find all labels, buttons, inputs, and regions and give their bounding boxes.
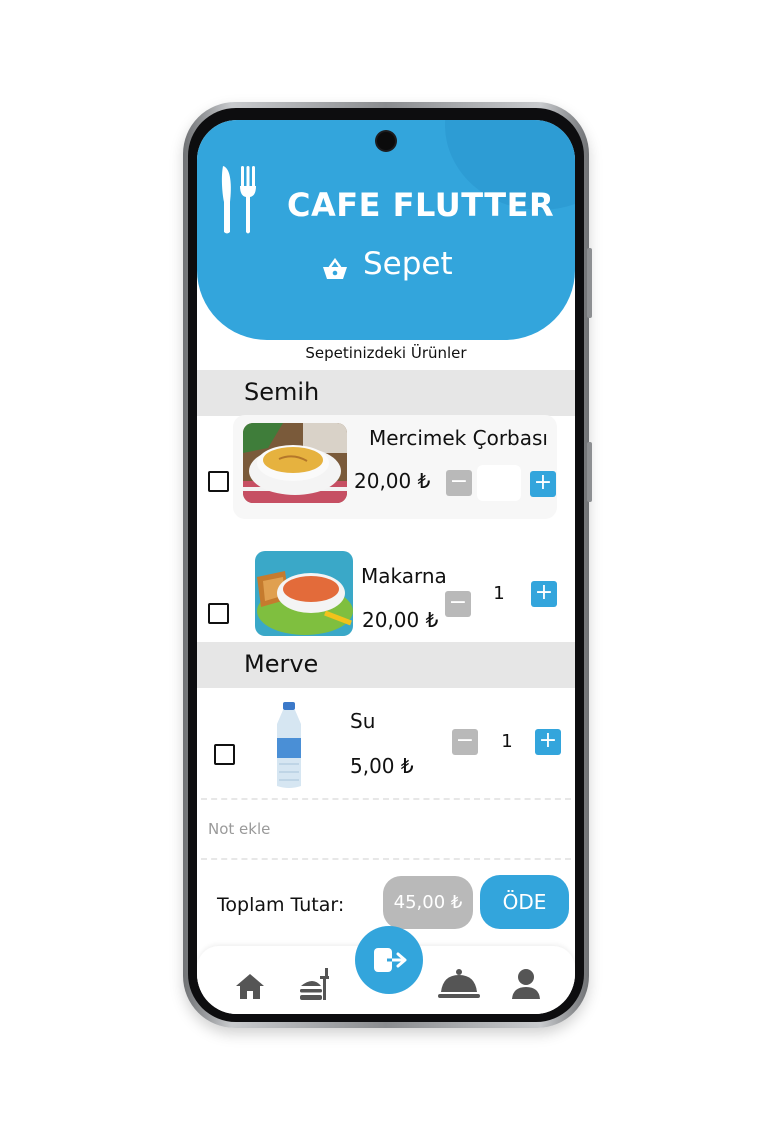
divider: [201, 798, 571, 800]
item-name: Mercimek Çorbası: [369, 426, 548, 450]
item-name: Makarna: [361, 564, 447, 588]
cutlery-icon: [221, 166, 256, 234]
app-screen: CAFE FLUTTER Sepet Sepetinizdeki Ürünler…: [197, 120, 575, 1014]
decrease-quantity-button[interactable]: −: [446, 470, 472, 496]
page-title: Sepet: [363, 246, 453, 282]
profile-icon[interactable]: [511, 968, 541, 1000]
note-input[interactable]: Not ekle: [208, 820, 270, 838]
item-price: 20,00 ₺: [362, 608, 439, 632]
increase-quantity-button[interactable]: +: [530, 471, 556, 497]
serving-dish-icon[interactable]: [437, 968, 481, 1000]
food-menu-icon[interactable]: [297, 966, 333, 1002]
total-amount: 45,00 ₺: [383, 876, 473, 929]
water-bottle-image: [257, 698, 321, 790]
quantity-value: 1: [477, 576, 521, 612]
item-price: 20,00 ₺: [354, 469, 431, 493]
basket-icon: [323, 258, 347, 279]
increase-quantity-button[interactable]: +: [531, 581, 557, 607]
pay-button[interactable]: ÖDE: [480, 875, 569, 929]
increase-quantity-button[interactable]: +: [535, 729, 561, 755]
power-button: [587, 442, 592, 502]
group-name: Semih: [244, 378, 320, 406]
exit-icon: [374, 948, 407, 972]
group-header: Semih: [197, 370, 575, 416]
home-icon[interactable]: [235, 972, 265, 1000]
section-title: Sepetinizdeki Ürünler: [305, 344, 467, 362]
group-header: Merve: [197, 642, 575, 688]
front-camera: [377, 132, 395, 150]
item-checkbox[interactable]: [208, 471, 229, 492]
pasta-soup-image: [255, 551, 353, 636]
divider: [201, 858, 571, 860]
volume-button: [587, 248, 592, 318]
exit-button[interactable]: [355, 926, 423, 994]
lentil-soup-image: [243, 423, 347, 503]
item-checkbox[interactable]: [208, 603, 229, 624]
total-label: Toplam Tutar:: [217, 894, 345, 916]
quantity-value: 1: [485, 724, 529, 760]
app-title: CAFE FLUTTER: [287, 186, 555, 224]
item-name: Su: [350, 709, 376, 733]
decrease-quantity-button[interactable]: −: [452, 729, 478, 755]
quantity-value: [477, 465, 521, 501]
header: CAFE FLUTTER Sepet: [197, 120, 575, 340]
decrease-quantity-button[interactable]: −: [445, 591, 471, 617]
item-checkbox[interactable]: [214, 744, 235, 765]
group-name: Merve: [244, 650, 319, 678]
item-price: 5,00 ₺: [350, 754, 414, 778]
